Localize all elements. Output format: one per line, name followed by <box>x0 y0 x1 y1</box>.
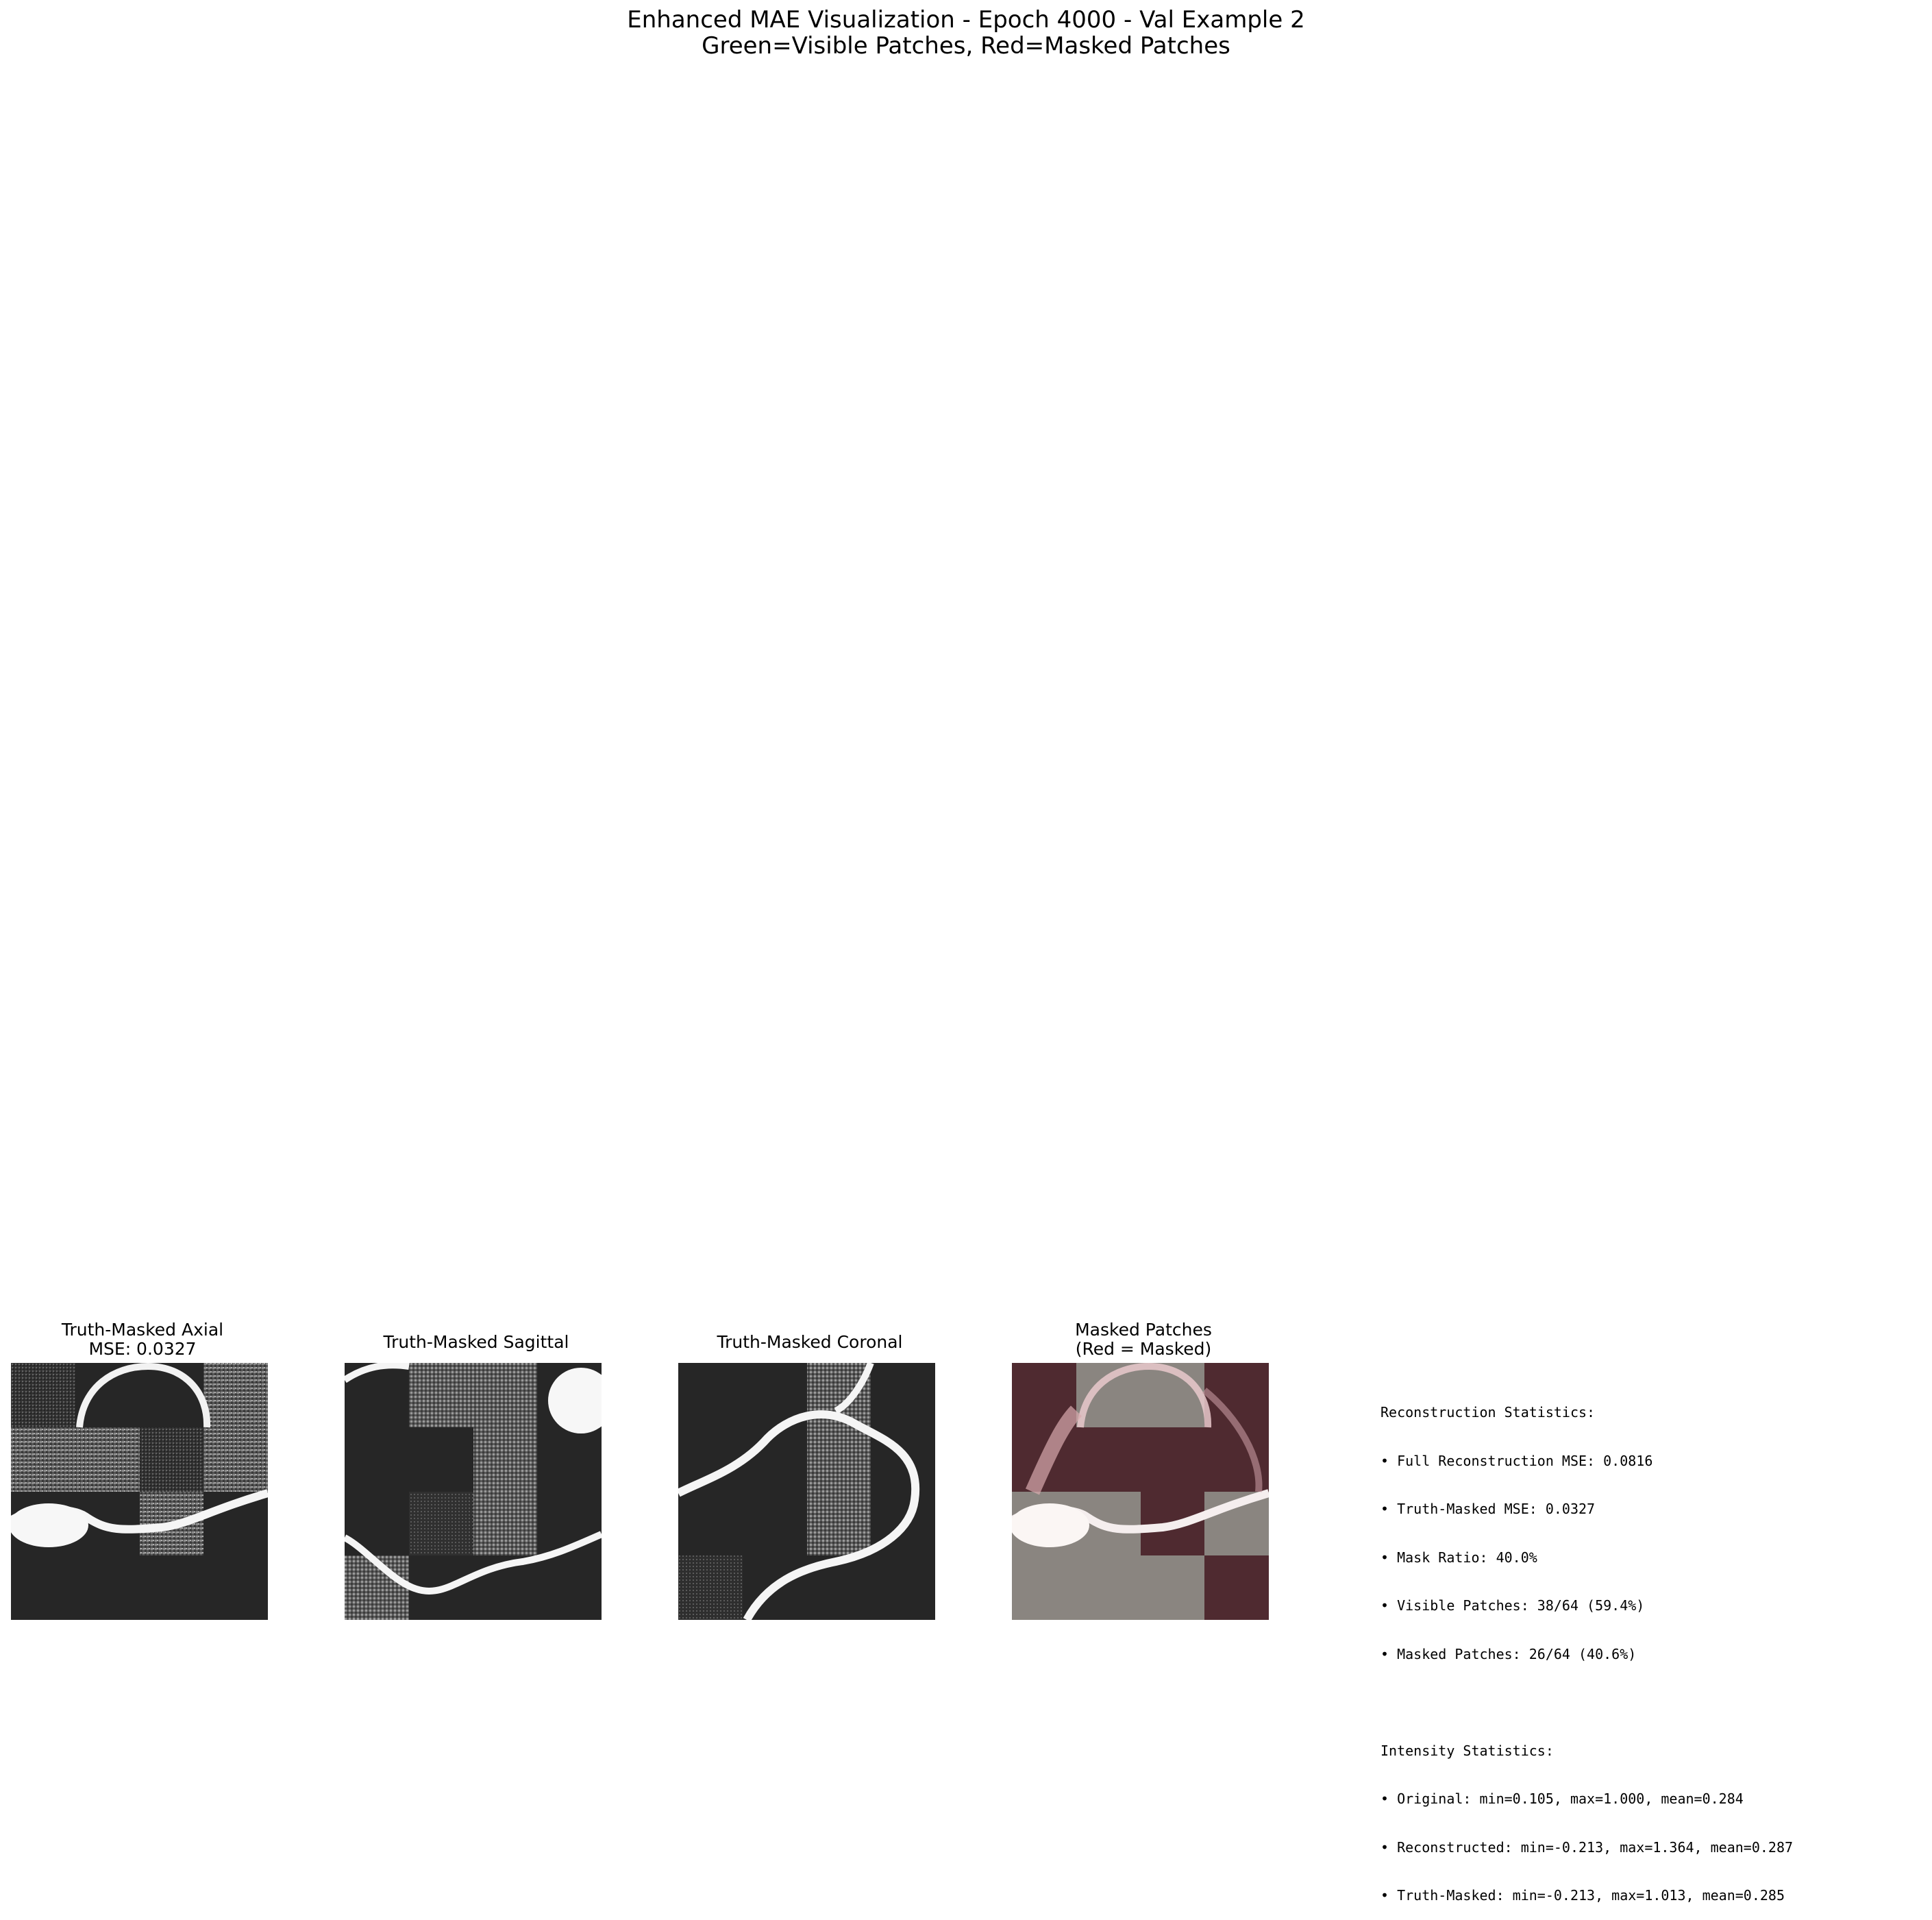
stats-spacer <box>1380 1695 1793 1711</box>
recon-stat-line: • Truth-Masked MSE: 0.0327 <box>1380 1501 1596 1517</box>
axial-image <box>11 1363 268 1620</box>
axial-title-line1: Truth-Masked Axial <box>61 1320 224 1340</box>
sagittal-image <box>345 1363 602 1620</box>
mask-panel-title: Masked Patches (Red = Masked) <box>1000 1320 1287 1359</box>
figure-title-line1: Enhanced MAE Visualization - Epoch 4000 … <box>627 6 1305 34</box>
coronal-image <box>678 1363 935 1620</box>
statistics-text: Reconstruction Statistics: • Full Recons… <box>1380 1373 1793 1920</box>
sagittal-panel-title: Truth-Masked Sagittal <box>332 1333 620 1352</box>
intensity-stat-line: • Truth-Masked: min=-0.213, max=1.013, m… <box>1380 1887 1785 1904</box>
mask-title-line1: Masked Patches <box>1075 1320 1212 1340</box>
intensity-stat-line: • Reconstructed: min=-0.213, max=1.364, … <box>1380 1838 1794 1856</box>
sagittal-title-line1: Truth-Masked Sagittal <box>383 1332 569 1352</box>
recon-stat-line: • Mask Ratio: 40.0% <box>1380 1549 1537 1566</box>
axial-title-line2: MSE: 0.0327 <box>88 1339 197 1359</box>
recon-stat-line: • Masked Patches: 26/64 (40.6%) <box>1380 1645 1637 1662</box>
intensity-stat-line: • Original: min=0.105, max=1.000, mean=0… <box>1380 1790 1744 1807</box>
coronal-panel-title: Truth-Masked Coronal <box>666 1333 954 1352</box>
mask-title-line2: (Red = Masked) <box>1075 1339 1212 1359</box>
mask-overlay-image <box>1012 1363 1269 1620</box>
recon-stat-line: • Visible Patches: 38/64 (59.4%) <box>1380 1597 1645 1614</box>
recon-stats-header: Reconstruction Statistics: <box>1380 1404 1596 1420</box>
figure-title-line2: Green=Visible Patches, Red=Masked Patche… <box>702 32 1230 60</box>
intensity-stats-header: Intensity Statistics: <box>1380 1742 1554 1759</box>
coronal-title-line1: Truth-Masked Coronal <box>717 1332 903 1352</box>
figure-title: Enhanced MAE Visualization - Epoch 4000 … <box>0 7 1932 59</box>
recon-stat-line: • Full Reconstruction MSE: 0.0816 <box>1380 1452 1653 1469</box>
axial-panel-title: Truth-Masked Axial MSE: 0.0327 <box>0 1320 286 1359</box>
